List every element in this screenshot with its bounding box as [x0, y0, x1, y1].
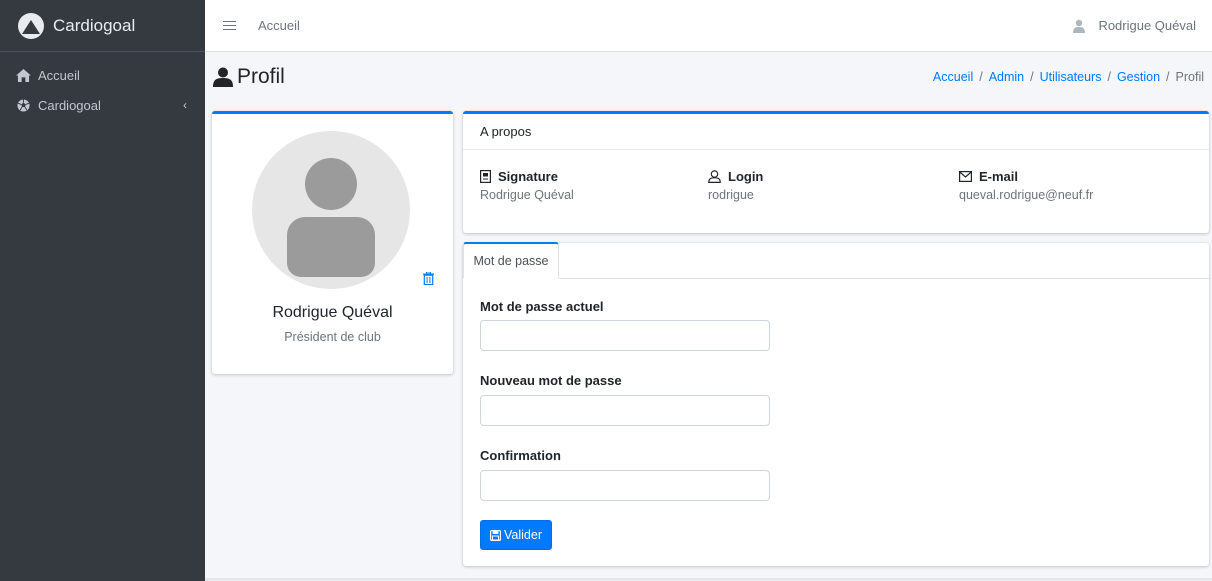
email-section: E-mail queval.rodrigue@neuf.fr — [959, 169, 1093, 202]
chevron-left-icon[interactable]: ‹ — [183, 98, 187, 112]
topbar: Accueil Rodrigue Quéval — [205, 0, 1212, 52]
sidebar-item-cardiogoal[interactable]: Cardiogoal ‹ — [0, 90, 205, 120]
login-value: rodrigue — [708, 188, 754, 202]
confirm-password-label: Confirmation — [480, 448, 561, 463]
current-password-input[interactable] — [480, 320, 770, 351]
validate-button-label: Valider — [504, 528, 542, 542]
save-icon — [490, 529, 501, 541]
new-password-label: Nouveau mot de passe — [480, 373, 622, 388]
login-section: Login rodrigue — [708, 169, 763, 202]
brand[interactable]: Cardiogoal — [0, 0, 205, 52]
profile-name: Rodrigue Quéval — [272, 304, 393, 321]
breadcrumb-current: Profil — [1175, 70, 1204, 84]
breadcrumb-gestion[interactable]: Gestion — [1117, 70, 1160, 84]
confirm-password-group: Confirmation — [480, 448, 561, 463]
sidebar: Cardiogoal Accueil Cardiogoal ‹ — [0, 0, 205, 581]
tab-mot-de-passe[interactable]: Mot de passe — [463, 242, 559, 279]
breadcrumb-admin[interactable]: Admin — [989, 70, 1024, 84]
tabs: Mot de passe — [463, 242, 1209, 279]
breadcrumb: Accueil / Admin / Utilisateurs / Gestion… — [933, 70, 1204, 84]
trash-icon[interactable] — [423, 272, 434, 285]
page-title: Profil — [213, 65, 285, 89]
breadcrumb-accueil[interactable]: Accueil — [933, 70, 973, 84]
topbar-home-link[interactable]: Accueil — [258, 18, 300, 33]
page-title-text: Profil — [237, 65, 285, 88]
about-title: A propos — [463, 114, 1209, 150]
new-password-input[interactable] — [480, 395, 770, 426]
user-avatar-icon — [1073, 19, 1086, 33]
current-password-label: Mot de passe actuel — [480, 299, 604, 314]
email-value: queval.rodrigue@neuf.fr — [959, 188, 1094, 202]
user-menu[interactable]: Rodrigue Quéval — [1072, 18, 1196, 33]
profile-card: Rodrigue Quéval Président de club — [212, 111, 453, 374]
signature-section: Signature Rodrigue Quéval — [480, 169, 574, 202]
about-card: A propos Signature Rodrigue Quéval Login… — [463, 111, 1209, 233]
login-label: Login — [728, 169, 764, 184]
signature-label: Signature — [498, 169, 558, 184]
sidebar-item-accueil[interactable]: Accueil — [0, 60, 205, 90]
home-icon — [14, 68, 32, 82]
sidebar-nav: Accueil Cardiogoal ‹ — [0, 52, 205, 120]
sidebar-item-label: Cardiogoal — [38, 97, 101, 113]
signature-value: Rodrigue Quéval — [480, 188, 574, 202]
signature-icon — [480, 170, 491, 183]
new-password-group: Nouveau mot de passe — [480, 373, 622, 388]
brand-logo-icon — [18, 12, 44, 39]
confirm-password-input[interactable] — [480, 470, 770, 501]
soccer-ball-icon — [14, 98, 32, 112]
breadcrumb-separator: / — [1166, 70, 1170, 84]
sidebar-item-label: Accueil — [38, 67, 80, 83]
profile-role: Président de club — [284, 330, 381, 344]
current-password-group: Mot de passe actuel — [480, 299, 604, 314]
validate-button[interactable]: Valider — [480, 520, 552, 550]
user-outline-icon — [708, 170, 721, 183]
user-name: Rodrigue Quéval — [1098, 18, 1196, 33]
menu-toggle-icon[interactable] — [223, 20, 236, 31]
content-header: Profil Accueil / Admin / Utilisateurs / … — [205, 52, 1212, 102]
breadcrumb-separator: / — [979, 70, 983, 84]
breadcrumb-separator: / — [1107, 70, 1111, 84]
breadcrumb-utilisateurs[interactable]: Utilisateurs — [1040, 70, 1102, 84]
email-label: E-mail — [979, 169, 1019, 184]
user-icon — [213, 67, 233, 87]
envelope-icon — [959, 171, 972, 182]
profile-avatar — [252, 131, 410, 289]
breadcrumb-separator: / — [1030, 70, 1034, 84]
brand-name: Cardiogoal — [53, 15, 136, 35]
password-card: Mot de passe Mot de passe actuel Nouveau… — [463, 242, 1209, 566]
